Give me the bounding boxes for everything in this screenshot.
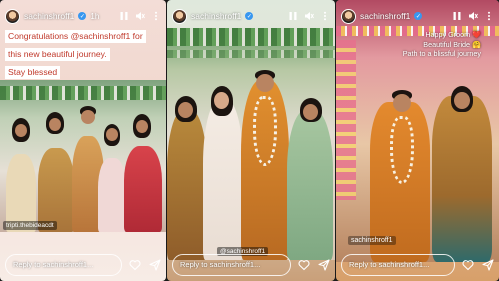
heart-icon[interactable] — [128, 258, 142, 272]
avatar[interactable] — [5, 8, 20, 24]
username[interactable]: sachinshroff1 — [191, 11, 241, 21]
flower-garland — [253, 96, 277, 166]
bride-face — [454, 92, 470, 109]
bride-figure — [38, 148, 74, 232]
verified-badge-icon: ✓ — [78, 12, 87, 20]
more-options-icon[interactable] — [483, 10, 495, 22]
flower-garland — [390, 116, 414, 184]
guest-figure — [124, 146, 162, 232]
username[interactable]: sachinshroff1 — [360, 11, 410, 21]
story-panel-3[interactable]: sachinshroff1 ✓ Happy Groom ❤️ Beautiful… — [336, 0, 499, 281]
story-photo: @sachinshroff1 — [167, 28, 335, 260]
bride-face — [178, 102, 193, 118]
groom-face — [393, 94, 411, 112]
avatar[interactable] — [172, 8, 187, 24]
story-header: sachinshroff1 ✓ — [172, 6, 331, 26]
mute-icon[interactable] — [134, 10, 146, 22]
pause-icon[interactable] — [118, 10, 130, 22]
story-panel-2[interactable]: @sachinshroff1 sachinshroff1 ✓ Reply to … — [167, 0, 335, 281]
guest-face — [136, 120, 148, 133]
username[interactable]: sachinshroff1 — [24, 11, 74, 21]
verified-badge-icon: ✓ — [245, 12, 254, 20]
pause-icon[interactable] — [287, 10, 299, 22]
flower-garland — [167, 50, 335, 58]
guest-face — [303, 104, 318, 120]
reply-input[interactable]: Reply to sachinshroff1... — [5, 254, 122, 276]
bride-face — [49, 118, 61, 131]
guest-figure — [98, 158, 126, 232]
story-header: sachinshroff1 ✓ — [341, 6, 495, 26]
groom-face — [256, 74, 274, 92]
guest-figure — [203, 100, 243, 260]
post-time: 1h — [90, 11, 100, 21]
photo-tag[interactable]: sachinshroff1 — [348, 236, 396, 245]
mute-icon[interactable] — [303, 10, 315, 22]
flower-decoration — [336, 40, 356, 200]
guest-face — [214, 92, 229, 109]
photo-tag[interactable]: tripti.thebideacdt — [3, 221, 57, 230]
guest-figure — [287, 110, 333, 260]
send-icon[interactable] — [317, 258, 331, 272]
verified-badge-icon: ✓ — [414, 12, 423, 20]
heart-icon[interactable] — [297, 258, 311, 272]
overlay-line: Path to a blissful journey — [402, 49, 481, 58]
caption-line: this new beautiful journey. — [5, 48, 110, 61]
caption-line: Stay blessed — [5, 66, 61, 79]
story-photo: tripti.thebideacdt — [0, 80, 166, 232]
story-footer: Reply to sachinshroff1... — [172, 253, 331, 277]
groom-face — [81, 110, 95, 124]
bride-figure — [432, 96, 492, 262]
bride-figure — [167, 110, 207, 260]
reply-input[interactable]: Reply to sachinshroff1... — [172, 254, 291, 276]
more-options-icon[interactable] — [150, 10, 162, 22]
overlay-line: Happy Groom ❤️ — [425, 30, 481, 39]
more-options-icon[interactable] — [319, 10, 331, 22]
guest-face — [15, 124, 27, 137]
pause-icon[interactable] — [451, 10, 463, 22]
mute-icon[interactable] — [467, 10, 479, 22]
avatar[interactable] — [341, 8, 356, 24]
overlay-line: Beautiful Bride 🤗 — [423, 39, 481, 49]
story-footer: Reply to sachinshroff1... — [341, 253, 495, 277]
story-header: sachinshroff1 ✓ 1h — [5, 6, 162, 26]
story-caption: Congratulations @sachinshroff1 for this … — [5, 26, 160, 80]
story-footer: Reply to sachinshroff1... — [5, 253, 162, 277]
caption-line: Congratulations @sachinshroff1 for — [5, 30, 146, 43]
heart-icon[interactable] — [461, 258, 475, 272]
send-icon[interactable] — [148, 258, 162, 272]
send-icon[interactable] — [481, 258, 495, 272]
story-panel-1[interactable]: sachinshroff1 ✓ 1h Congratulations @sach… — [0, 0, 166, 281]
story-overlay-text: Happy Groom ❤️ Beautiful Bride 🤗 Path to… — [403, 30, 481, 59]
flower-garland — [167, 28, 335, 46]
reply-input[interactable]: Reply to sachinshroff1... — [341, 254, 455, 276]
guest-face — [106, 128, 118, 141]
flower-garland — [0, 86, 166, 100]
